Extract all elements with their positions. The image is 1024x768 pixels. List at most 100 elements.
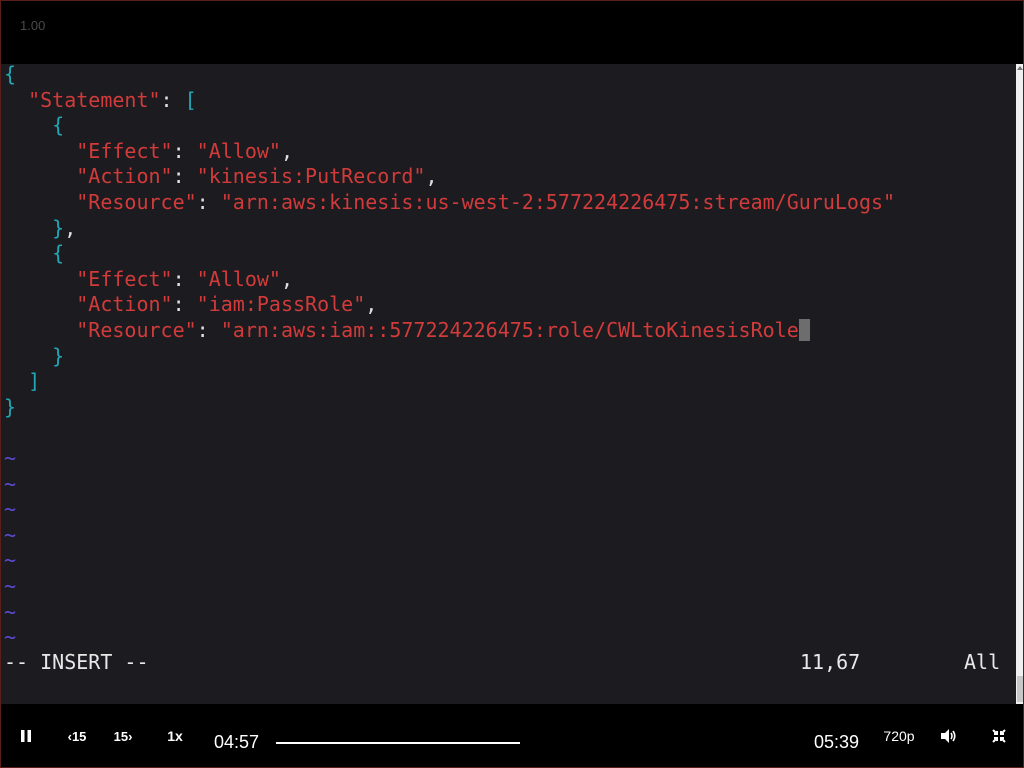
empty-line-marker: ~ [4, 574, 16, 600]
code-line: { [4, 241, 64, 267]
code-token: "kinesis:PutRecord" [196, 164, 426, 189]
exit-fullscreen-button[interactable] [990, 704, 1008, 768]
exit-fullscreen-icon [992, 729, 1006, 743]
tilde-marker: ~ [4, 522, 17, 547]
rewind-15-icon: ‹15 [67, 728, 87, 744]
code-token: } [52, 343, 65, 368]
rewind-15-button[interactable]: ‹15 [62, 704, 92, 768]
code-token: "arn:aws:kinesis:us-west-2:577224226475:… [220, 190, 896, 214]
empty-line-marker: ~ [4, 472, 16, 498]
code-token: "Effect" [76, 138, 173, 163]
forward-seconds-label: 15 [113, 728, 129, 744]
empty-line-marker: ~ [4, 497, 16, 523]
volume-button[interactable] [940, 704, 958, 768]
code-line: "Resource": "arn:aws:iam::577224226475:r… [4, 318, 810, 344]
code-token: : [172, 138, 197, 163]
volume-icon [941, 729, 956, 743]
scroll-percent: All [964, 650, 1001, 674]
code-token: "Statement" [28, 87, 161, 112]
video-top-bar: 1.00 [0, 0, 1024, 64]
code-token: "Action" [76, 164, 173, 189]
tilde-marker: ~ [4, 574, 17, 598]
terminal-scrollbar[interactable] [1016, 64, 1024, 704]
empty-line-marker: ~ [4, 625, 16, 651]
tilde-marker: ~ [4, 599, 17, 624]
code-line: ] [4, 369, 40, 395]
code-token: , [280, 138, 294, 163]
code-token: "Action" [76, 292, 173, 317]
code-token: { [4, 64, 17, 86]
code-token: , [64, 215, 77, 240]
vim-mode-indicator: -- INSERT -- [4, 650, 149, 674]
empty-line-marker: ~ [4, 446, 16, 472]
code-line: "Action": "iam:PassRole", [4, 292, 377, 318]
pause-icon [21, 730, 31, 742]
code-token: "Resource" [76, 318, 197, 342]
tilde-marker: ~ [4, 446, 17, 470]
empty-line-marker: ~ [4, 600, 16, 626]
playback-speed-button[interactable]: 1x [162, 704, 188, 768]
code-line: "Effect": "Allow", [4, 267, 293, 293]
pause-button[interactable] [14, 704, 38, 768]
vim-editor[interactable]: { "Statement": [ { "Effect": "Allow", "A… [0, 64, 1016, 704]
code-token: "iam:PassRole" [196, 292, 366, 317]
code-token: { [52, 241, 65, 266]
code-token: : [172, 292, 197, 317]
tilde-marker: ~ [4, 625, 17, 650]
version-label: 1.00 [20, 18, 46, 33]
tilde-marker: ~ [4, 497, 17, 522]
cursor-position: 11,67 [800, 650, 861, 674]
forward-15-button[interactable]: 15› [108, 704, 138, 768]
duration: 05:39 [814, 732, 860, 752]
rewind-seconds-label: 15 [71, 728, 87, 744]
code-line: { [4, 113, 64, 139]
scrollbar-thumb[interactable] [1017, 676, 1023, 702]
code-token: "Allow" [196, 138, 281, 163]
code-token: : [196, 318, 221, 342]
tilde-marker: ~ [4, 548, 17, 573]
code-line: { [4, 64, 16, 88]
code-token: "Allow" [196, 266, 281, 291]
empty-line-marker: ~ [4, 523, 16, 549]
code-line: } [4, 395, 16, 421]
code-token: : [172, 266, 197, 291]
code-token: : [196, 190, 221, 214]
code-line: "Resource": "arn:aws:kinesis:us-west-2:5… [4, 190, 895, 216]
code-token: ] [28, 369, 41, 394]
code-line: "Effect": "Allow", [4, 139, 293, 165]
current-time: 04:57 [214, 732, 260, 752]
code-token: , [425, 164, 438, 189]
code-token: , [365, 292, 378, 317]
tilde-marker: ~ [4, 471, 17, 496]
code-token: "Effect" [76, 266, 173, 291]
code-line: "Statement": [ [4, 88, 197, 114]
code-token: } [4, 394, 17, 419]
code-line: }, [4, 216, 76, 242]
quality-button[interactable]: 720p [880, 704, 918, 768]
code-token: [ [184, 87, 197, 112]
empty-line-marker: ~ [4, 548, 16, 574]
forward-15-icon: 15› [113, 728, 133, 744]
code-token: { [52, 113, 65, 138]
code-token: "Resource" [76, 190, 197, 214]
code-line: "Action": "kinesis:PutRecord", [4, 164, 438, 190]
progress-bar[interactable] [276, 742, 520, 744]
code-token: , [280, 266, 294, 291]
code-token: "arn:aws:iam::577224226475:role/CWLtoKin… [220, 318, 799, 342]
scroll-up-arrow-icon[interactable] [1017, 66, 1023, 70]
code-token: } [52, 215, 65, 240]
code-token: : [160, 87, 185, 112]
code-token: : [172, 164, 197, 189]
